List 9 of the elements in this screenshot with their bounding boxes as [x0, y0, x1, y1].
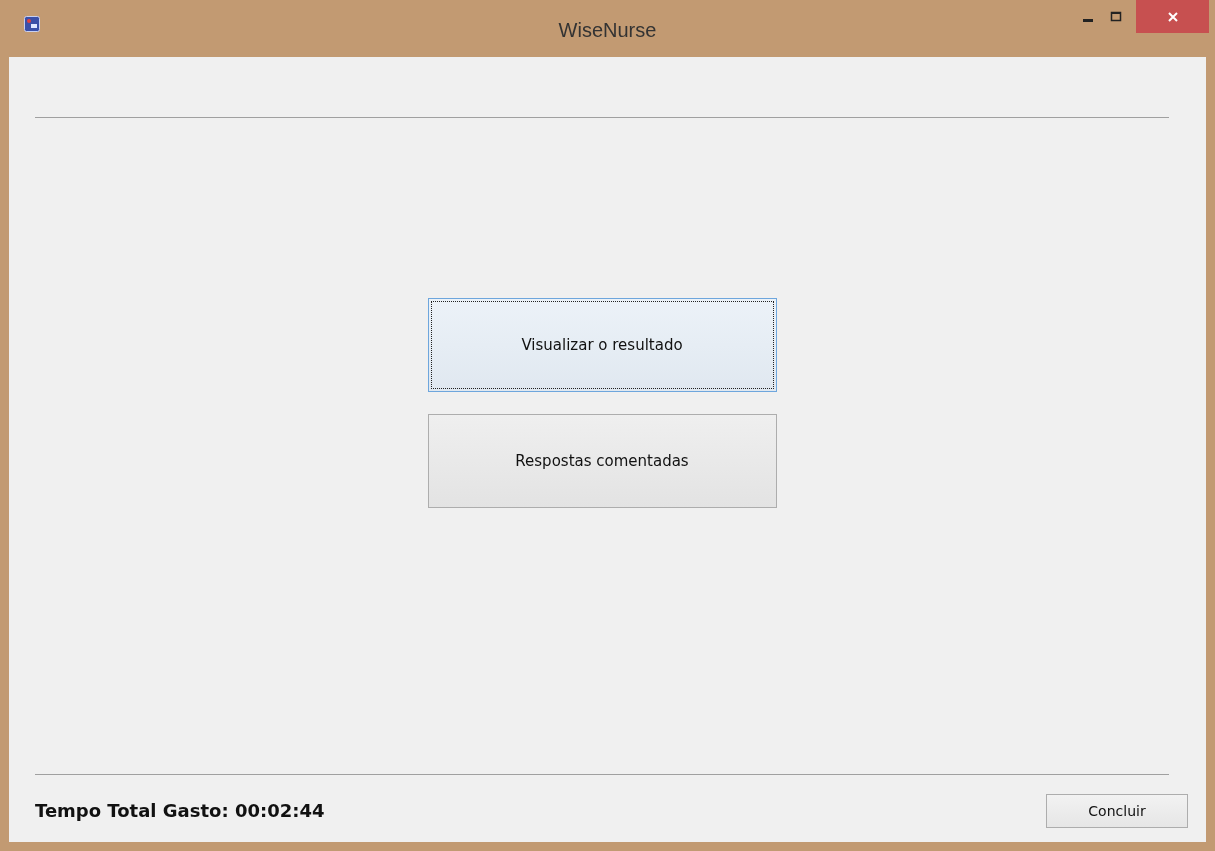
maximize-icon [1110, 10, 1122, 23]
window-title: WiseNurse [558, 19, 657, 42]
close-icon [1166, 10, 1179, 23]
elapsed-time: Tempo Total Gasto: 00:02:44 [35, 800, 325, 821]
finish-button[interactable]: Concluir [1046, 793, 1188, 828]
action-button[interactable]: Respostas comentadas [427, 414, 777, 508]
action-button[interactable]: Visualizar o resultado [427, 298, 777, 392]
app-icon [24, 15, 40, 32]
minimize-icon [1083, 19, 1093, 22]
